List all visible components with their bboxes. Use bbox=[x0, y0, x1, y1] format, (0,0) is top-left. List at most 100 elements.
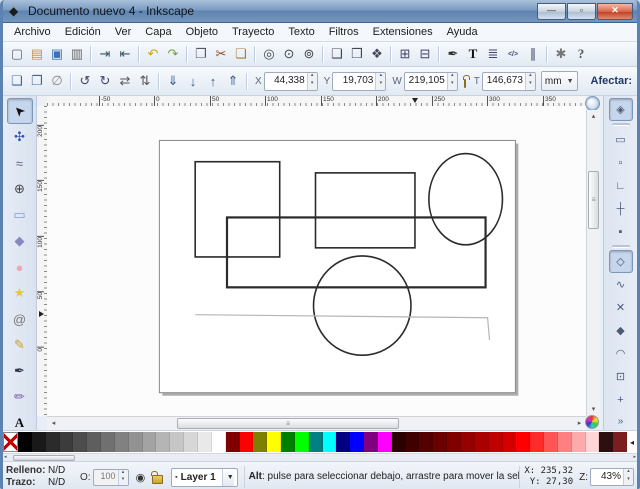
snap-bbox-midpoints-icon[interactable]: ┼ bbox=[609, 197, 633, 220]
menu-ver[interactable]: Ver bbox=[108, 25, 139, 39]
raise-to-top-icon[interactable]: ⇑ bbox=[223, 71, 243, 91]
palette-swatch[interactable] bbox=[558, 432, 572, 452]
palette-swatch[interactable] bbox=[447, 432, 461, 452]
layers-dialog-icon[interactable]: ≣ bbox=[483, 44, 503, 64]
group-objects-icon[interactable]: ⊞ bbox=[395, 44, 415, 64]
palette-swatch[interactable] bbox=[3, 432, 18, 452]
xml-editor-icon[interactable]: </> bbox=[503, 44, 523, 64]
box3d-tool[interactable]: ◆ bbox=[7, 228, 33, 254]
layer-selector-dropdown[interactable]: ▪ Layer 1 ▼ bbox=[171, 468, 237, 487]
menu-filtros[interactable]: Filtros bbox=[322, 25, 366, 39]
palette-swatch[interactable] bbox=[170, 432, 184, 452]
palette-swatch[interactable] bbox=[101, 432, 115, 452]
open-document-icon[interactable]: ▤ bbox=[27, 44, 47, 64]
snap-paths-icon[interactable]: ∿ bbox=[609, 273, 633, 296]
save-document-icon[interactable]: ▣ bbox=[47, 44, 67, 64]
new-document-icon[interactable]: ▢ bbox=[7, 44, 27, 64]
vertical-scrollbar[interactable]: ▴ ≡ ▾ bbox=[586, 110, 600, 416]
menu-objeto[interactable]: Objeto bbox=[179, 25, 225, 39]
palette-swatch[interactable] bbox=[378, 432, 392, 452]
palette-swatch[interactable] bbox=[253, 432, 267, 452]
horizontal-scrollbar[interactable]: ◂ ≡ ▸ bbox=[47, 416, 586, 430]
palette-swatch[interactable] bbox=[73, 432, 87, 452]
palette-swatch[interactable] bbox=[475, 432, 489, 452]
calligraphy-tool[interactable]: ✏ bbox=[7, 384, 33, 410]
fill-stroke-dialog-icon[interactable]: ✒ bbox=[443, 44, 463, 64]
palette-swatch[interactable] bbox=[46, 432, 60, 452]
snap-cusp-nodes-icon[interactable]: ◆ bbox=[609, 319, 633, 342]
menu-archivo[interactable]: Archivo bbox=[7, 25, 58, 39]
ruler-corner-button[interactable] bbox=[585, 96, 600, 111]
y-position-field[interactable]: Y 19,703▴▾ bbox=[322, 72, 387, 91]
palette-swatch[interactable] bbox=[350, 432, 364, 452]
snap-nodes-icon[interactable]: ◇ bbox=[609, 250, 633, 273]
palette-scrollbar[interactable]: ◂ ▸ bbox=[3, 453, 637, 461]
text-dialog-icon[interactable]: T bbox=[463, 44, 483, 64]
snap-smooth-nodes-icon[interactable]: ◠ bbox=[609, 342, 633, 365]
palette-swatch[interactable] bbox=[267, 432, 281, 452]
ungroup-objects-icon[interactable]: ⊟ bbox=[415, 44, 435, 64]
snap-intersections-icon[interactable]: ✕ bbox=[609, 296, 633, 319]
cut-icon[interactable]: ✂ bbox=[211, 44, 231, 64]
preferences-icon[interactable]: ✱ bbox=[551, 44, 571, 64]
palette-swatch[interactable] bbox=[516, 432, 530, 452]
zoom-page-icon[interactable]: ⊙ bbox=[279, 44, 299, 64]
node-tool[interactable]: ✣ bbox=[7, 124, 33, 150]
minimize-button[interactable]: — bbox=[537, 3, 566, 20]
maximize-button[interactable]: ▫ bbox=[567, 3, 596, 20]
raise-one-step-icon[interactable]: ↑ bbox=[203, 71, 223, 91]
height-field-value[interactable]: 146,673 bbox=[483, 73, 525, 90]
lower-one-step-icon[interactable]: ↓ bbox=[183, 71, 203, 91]
palette-swatch[interactable] bbox=[115, 432, 129, 452]
palette-swatch[interactable] bbox=[364, 432, 378, 452]
scroll-right-arrow[interactable]: ▸ bbox=[573, 417, 586, 430]
deselect-icon[interactable]: ∅ bbox=[47, 71, 67, 91]
palette-swatch[interactable] bbox=[212, 432, 226, 452]
flip-vertical-icon[interactable]: ⇅ bbox=[135, 71, 155, 91]
rectangle-tool[interactable]: ▭ bbox=[7, 202, 33, 228]
lock-ratio-icon[interactable] bbox=[464, 79, 466, 88]
copy-icon[interactable]: ❐ bbox=[191, 44, 211, 64]
zoom-tool[interactable]: ⊕ bbox=[7, 176, 33, 202]
palette-swatch[interactable] bbox=[503, 432, 517, 452]
selector-tool[interactable]: ➤ bbox=[7, 98, 33, 124]
palette-swatch[interactable] bbox=[613, 432, 627, 452]
height-field[interactable]: T 146,673▴▾ bbox=[472, 72, 536, 91]
flip-horizontal-icon[interactable]: ⇄ bbox=[115, 71, 135, 91]
zoom-drawing-icon[interactable]: ◎ bbox=[259, 44, 279, 64]
x-position-field[interactable]: X 44,338▴▾ bbox=[253, 72, 318, 91]
palette-swatch[interactable] bbox=[295, 432, 309, 452]
width-field-value[interactable]: 219,105 bbox=[405, 73, 447, 90]
palette-swatch[interactable] bbox=[572, 432, 586, 452]
x-field-value[interactable]: 44,338 bbox=[265, 73, 307, 90]
export-icon[interactable]: ⇤ bbox=[115, 44, 135, 64]
ellipse-tool[interactable]: ● bbox=[7, 254, 33, 280]
enable-snapping-icon[interactable]: ◈ bbox=[609, 98, 633, 121]
palette-swatch[interactable] bbox=[60, 432, 74, 452]
fill-stroke-indicator[interactable]: Relleno: N/D Trazo: N/D bbox=[6, 465, 74, 489]
palette-swatch[interactable] bbox=[309, 432, 323, 452]
menu-edicion[interactable]: Edición bbox=[58, 25, 108, 39]
undo-icon[interactable]: ↶ bbox=[143, 44, 163, 64]
layer-visibility-icon[interactable]: ◉ bbox=[136, 471, 146, 484]
close-button[interactable]: ✕ bbox=[597, 3, 633, 20]
import-icon[interactable]: ⇥ bbox=[95, 44, 115, 64]
scroll-left-arrow[interactable]: ◂ bbox=[47, 417, 60, 430]
palette-swatch[interactable] bbox=[586, 432, 600, 452]
snap-bbox-edges-icon[interactable]: ▫ bbox=[609, 151, 633, 174]
units-dropdown[interactable]: mm ▼ bbox=[541, 71, 578, 91]
palette-swatch[interactable] bbox=[406, 432, 420, 452]
x-spinner[interactable]: ▴▾ bbox=[307, 73, 317, 90]
palette-swatch[interactable] bbox=[323, 432, 337, 452]
drawing-viewport[interactable] bbox=[47, 106, 586, 416]
palette-swatch[interactable] bbox=[336, 432, 350, 452]
palette-swatch[interactable] bbox=[281, 432, 295, 452]
snap-object-centers-icon[interactable]: ⊡ bbox=[609, 365, 633, 388]
opacity-field[interactable]: 100 ▴▾ bbox=[93, 469, 129, 486]
width-field[interactable]: W 219,105▴▾ bbox=[390, 72, 457, 91]
palette-swatch[interactable] bbox=[226, 432, 240, 452]
palette-swatch[interactable] bbox=[433, 432, 447, 452]
scroll-down-arrow[interactable]: ▾ bbox=[587, 403, 600, 416]
snap-bounding-box-icon[interactable]: ▭ bbox=[609, 128, 633, 151]
palette-swatch[interactable] bbox=[240, 432, 254, 452]
